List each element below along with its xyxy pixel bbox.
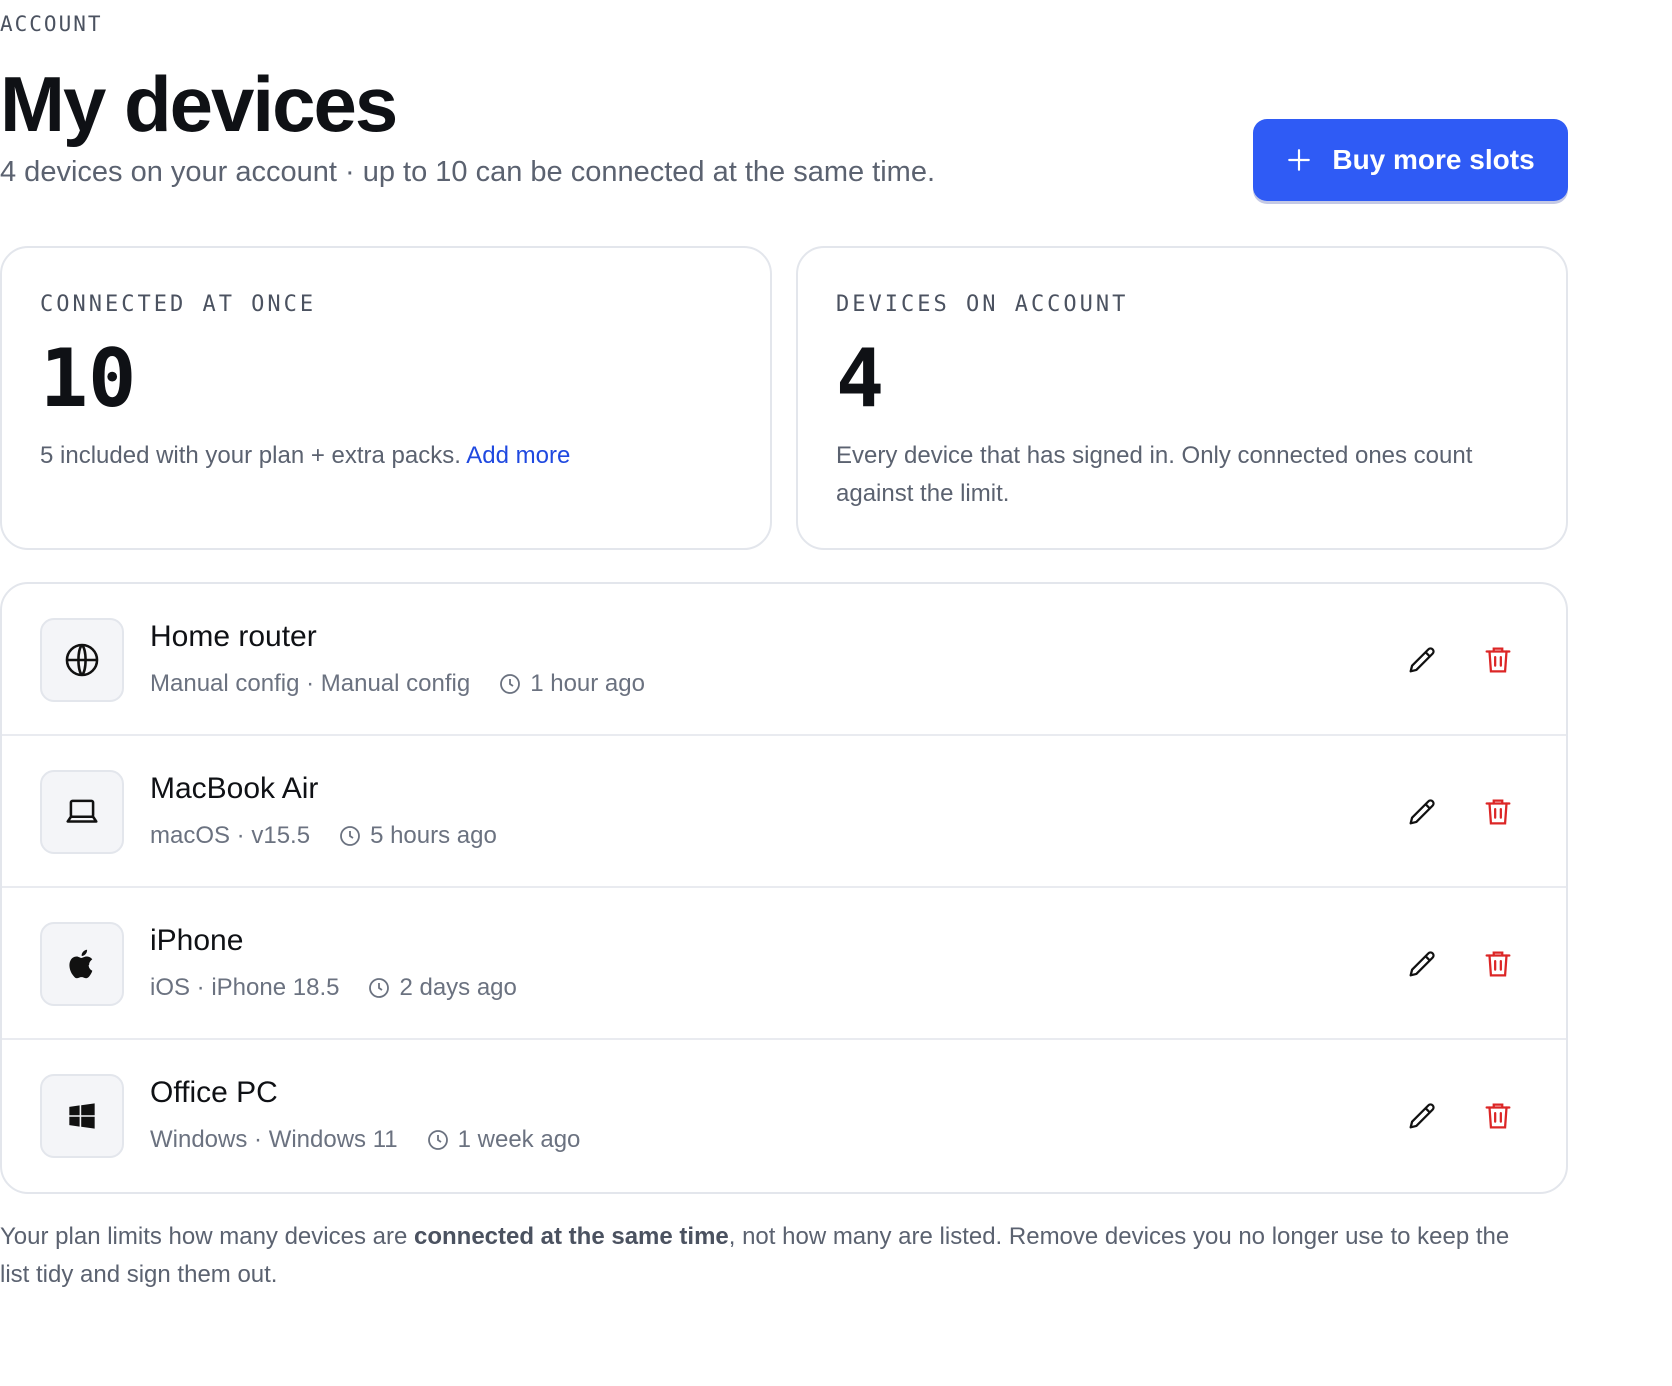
device-name: iPhone	[150, 924, 244, 957]
connected-at-once-card: CONNECTED AT ONCE 10 5 included with you…	[0, 246, 772, 550]
device-name: MacBook Air	[150, 772, 319, 805]
device-list: Home router Manual config · Manual confi…	[0, 582, 1568, 1194]
last-seen: 2 days ago	[367, 974, 517, 1002]
connected-value: 10	[40, 332, 137, 425]
edit-device-button[interactable]	[1404, 794, 1440, 830]
last-seen: 1 hour ago	[498, 670, 645, 698]
page-subtitle: 4 devices on your account · up to 10 can…	[0, 156, 936, 188]
device-platform: iOS	[150, 974, 191, 1001]
connected-desc-text: 5 included with your plan + extra packs.	[40, 442, 461, 469]
delete-device-button[interactable]	[1480, 642, 1516, 678]
device-version: iPhone 18.5	[211, 974, 340, 1001]
note-text-bold: connected at the same time	[413, 1223, 729, 1250]
meta-separator: ·	[190, 974, 212, 1001]
add-more-link[interactable]: Add more	[466, 442, 570, 469]
device-name: Office PC	[150, 1076, 278, 1109]
device-icon-box	[40, 770, 124, 854]
buy-more-slots-button[interactable]: Buy more slots	[1253, 119, 1568, 201]
last-seen: 1 week ago	[426, 1126, 581, 1154]
device-platform: Manual config	[150, 670, 300, 697]
pencil-icon	[1409, 1103, 1435, 1129]
devices-label: DEVICES ON ACCOUNT	[836, 292, 1129, 317]
note-text-before: Your plan limits how many devices are	[0, 1223, 414, 1250]
device-version: v15.5	[251, 822, 311, 849]
edit-device-button[interactable]	[1404, 1098, 1440, 1134]
trash-icon	[1485, 647, 1511, 673]
page-title: My devices	[0, 60, 398, 148]
edit-device-button[interactable]	[1404, 946, 1440, 982]
last-seen-text: 2 days ago	[399, 974, 517, 1001]
buy-more-slots-label: Buy more slots	[1332, 144, 1535, 175]
device-version: Manual config	[320, 670, 471, 697]
connected-label: CONNECTED AT ONCE	[40, 292, 317, 317]
pencil-icon	[1409, 647, 1435, 673]
clock-icon	[340, 826, 360, 846]
pencil-icon	[1409, 951, 1435, 977]
connected-desc: 5 included with your plan + extra packs.…	[40, 437, 732, 475]
clock-icon	[500, 674, 521, 694]
plan-limit-note: Your plan limits how many devices are co…	[0, 1218, 1540, 1294]
last-seen: 5 hours ago	[338, 822, 497, 850]
device-row: MacBook Air macOS · v15.5 5 hours ago	[2, 736, 1566, 888]
last-seen-text: 1 hour ago	[530, 670, 645, 697]
last-seen-text: 1 week ago	[457, 1126, 581, 1153]
pencil-icon	[1409, 799, 1435, 825]
trash-icon	[1485, 1103, 1511, 1129]
plus-icon	[1288, 149, 1311, 171]
trash-icon	[1485, 799, 1511, 825]
devices-value: 4	[836, 332, 885, 425]
device-version: Windows 11	[268, 1126, 398, 1153]
clock-icon	[427, 1130, 448, 1150]
last-seen-text: 5 hours ago	[370, 822, 497, 849]
laptop-icon	[66, 799, 98, 823]
device-meta: Manual config · Manual config 1 hour ago	[150, 670, 645, 698]
device-icon-box	[40, 1074, 124, 1158]
clock-icon	[369, 978, 390, 998]
section-eyebrow: ACCOUNT	[0, 12, 103, 36]
device-platform: Windows	[150, 1126, 248, 1153]
device-row: Office PC Windows · Windows 11 1 week ag…	[2, 1040, 1566, 1192]
apple-icon	[69, 949, 93, 979]
globe-icon	[65, 643, 99, 677]
edit-device-button[interactable]	[1404, 642, 1440, 678]
device-meta: iOS · iPhone 18.5 2 days ago	[150, 974, 517, 1002]
device-icon-box	[40, 922, 124, 1006]
meta-separator: ·	[247, 1126, 269, 1153]
device-platform: macOS	[150, 822, 231, 849]
device-row: Home router Manual config · Manual confi…	[2, 584, 1566, 736]
delete-device-button[interactable]	[1480, 794, 1516, 830]
meta-separator: ·	[230, 822, 252, 849]
device-meta: macOS · v15.5 5 hours ago	[150, 822, 497, 850]
windows-icon	[69, 1103, 95, 1129]
trash-icon	[1485, 951, 1511, 977]
device-meta: Windows · Windows 11 1 week ago	[150, 1126, 580, 1154]
delete-device-button[interactable]	[1480, 1098, 1516, 1134]
delete-device-button[interactable]	[1480, 946, 1516, 982]
meta-separator: ·	[299, 670, 321, 697]
device-icon-box	[40, 618, 124, 702]
device-row: iPhone iOS · iPhone 18.5 2 days ago	[2, 888, 1566, 1040]
device-name: Home router	[150, 620, 317, 653]
devices-on-account-card: DEVICES ON ACCOUNT 4 Every device that h…	[796, 246, 1568, 550]
devices-desc: Every device that has signed in. Only co…	[836, 442, 1473, 507]
